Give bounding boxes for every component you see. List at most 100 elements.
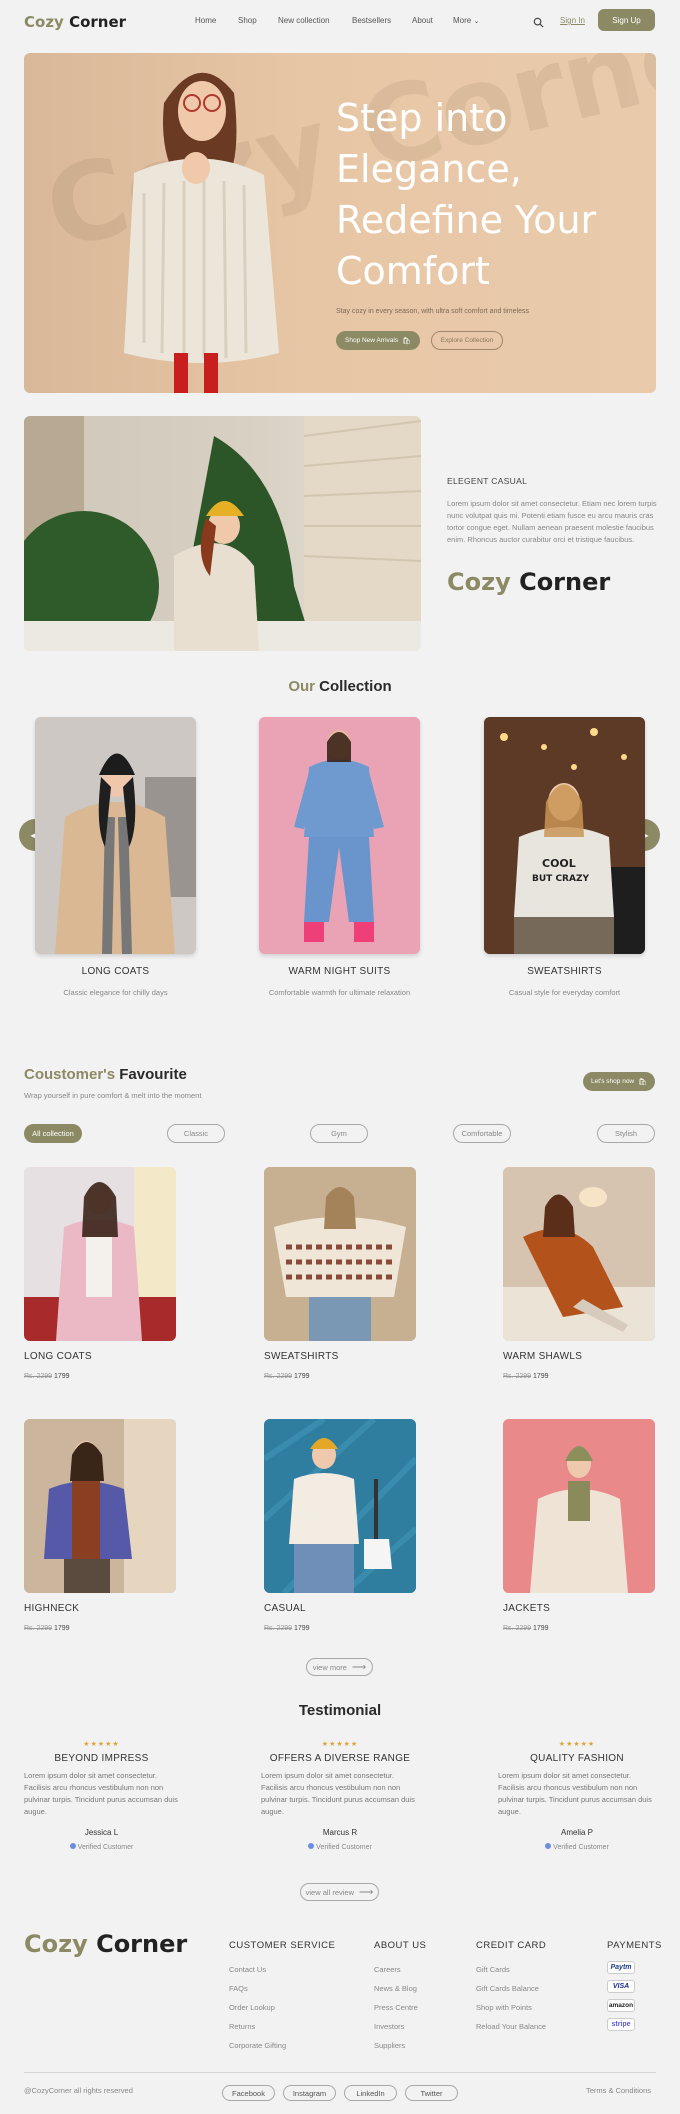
logo-first: Cozy <box>24 13 64 31</box>
arrow-right-icon: ⟶ <box>351 1661 367 1673</box>
footer-link[interactable]: Investors <box>374 2022 426 2031</box>
testimonial-card: ★★★★★ OFFERS A DIVERSE RANGE Lorem ipsum… <box>261 1740 419 1851</box>
testimonial-text: Lorem ipsum dolor sit amet consectetur. … <box>498 1771 652 1816</box>
product-casual-photo <box>264 1419 416 1593</box>
site-logo[interactable]: Cozy Corner <box>24 13 126 31</box>
product-long-coats-photo <box>24 1167 176 1341</box>
rating-stars: ★★★★★ <box>558 1741 596 1748</box>
filter-comfortable[interactable]: Comfortable <box>453 1124 511 1143</box>
nav-shop[interactable]: Shop <box>238 16 257 25</box>
product-jackets-photo <box>503 1419 655 1593</box>
product-price: Rs. 2299 1799 <box>24 1373 70 1380</box>
footer-link[interactable]: News & Blog <box>374 1984 426 1993</box>
product-price: Rs. 2299 1799 <box>503 1625 549 1632</box>
collection-card-image[interactable] <box>259 717 420 954</box>
sign-in-link[interactable]: Sign In <box>560 16 585 25</box>
product-image[interactable] <box>264 1167 416 1341</box>
logo-second: Corner <box>69 13 127 31</box>
nav-about[interactable]: About <box>412 16 433 25</box>
footer-link[interactable]: Careers <box>374 1965 426 1974</box>
nav-more[interactable]: More ⌄ <box>453 16 479 25</box>
product-image[interactable] <box>264 1419 416 1593</box>
about-text: Lorem ipsum dolor sit amet consectetur. … <box>447 499 657 544</box>
product-image[interactable] <box>503 1167 655 1341</box>
product-title: SWEATSHIRTS <box>264 1351 339 1362</box>
current-price: 1799 <box>293 1373 310 1380</box>
collection-card-subtitle: Comfortable warmth for ultimate relaxati… <box>268 988 411 997</box>
paytm-logo: Paytm <box>607 1961 635 1974</box>
product-title: LONG COATS <box>24 1351 92 1362</box>
stripe-logo: stripe <box>607 2018 635 2031</box>
rating-stars: ★★★★★ <box>321 1741 359 1748</box>
amazon-logo: amazon <box>607 1999 635 2012</box>
testimonial-name: Jessica L <box>84 1828 119 1837</box>
hero-subtitle: Stay cozy in every season, with ultra so… <box>336 308 529 315</box>
footer-link[interactable]: Contact Us <box>229 1965 335 1974</box>
verified-badge: Verified Customer <box>24 1843 179 1851</box>
linkedin-link[interactable]: LinkedIn <box>344 2085 397 2101</box>
arrow-right-icon: ⟶ <box>359 1886 374 1898</box>
nav-home[interactable]: Home <box>195 16 216 25</box>
collection-card-image[interactable]: COOL BUT CRAZY <box>484 717 645 954</box>
verified-badge: Verified Customer <box>498 1843 656 1851</box>
filter-all-collection[interactable]: All collection <box>24 1124 82 1143</box>
product-image[interactable] <box>24 1167 176 1341</box>
footer-link[interactable]: Corporate Gifting <box>229 2041 335 2050</box>
footer-link[interactable]: Gift Cards <box>476 1965 546 1974</box>
collection-card-title: SWEATSHIRTS <box>527 966 602 977</box>
product-price: Rs. 2299 1799 <box>264 1625 310 1632</box>
footer-link[interactable]: Reload Your Balance <box>476 2022 546 2031</box>
filter-gym[interactable]: Gym <box>310 1124 368 1143</box>
footer-column-credit-card: CREDIT CARD Gift Cards Gift Cards Balanc… <box>476 1940 546 2031</box>
explore-collection-button[interactable]: Explore Collection <box>431 331 503 350</box>
hero-title: Step into Elegance, Redefine Your Comfor… <box>336 96 597 293</box>
filter-classic[interactable]: Classic <box>167 1124 225 1143</box>
favourite-subtitle: Wrap yourself in pure comfort & melt int… <box>24 1091 202 1100</box>
view-more-label: view more <box>312 1662 347 1672</box>
search-icon[interactable] <box>533 15 545 28</box>
instagram-link[interactable]: Instagram <box>283 2085 336 2101</box>
filter-stylish[interactable]: Stylish <box>597 1124 655 1143</box>
footer-link[interactable]: FAQs <box>229 1984 335 1993</box>
footer-column-heading: PAYMENTS <box>607 1940 662 1951</box>
testimonial-card: ★★★★★ BEYOND IMPRESS Lorem ipsum dolor s… <box>24 1740 179 1851</box>
testimonial-card: ★★★★★ QUALITY FASHION Lorem ipsum dolor … <box>498 1740 656 1851</box>
testimonial-name: Amelia P <box>560 1828 593 1837</box>
about-brand: Cozy Corner <box>447 568 610 596</box>
nav-bestsellers[interactable]: Bestsellers <box>352 16 391 25</box>
shop-new-arrivals-button[interactable]: Shop New Arrivals 🛍︎ <box>336 331 420 350</box>
product-warm-shawls-photo <box>503 1167 655 1341</box>
product-image[interactable] <box>503 1419 655 1593</box>
bag-icon: 🛍︎ <box>402 337 411 345</box>
testimonial-title: BEYOND IMPRESS <box>54 1753 149 1764</box>
sign-up-button[interactable]: Sign Up <box>598 9 655 31</box>
twitter-link[interactable]: Twitter <box>405 2085 458 2101</box>
current-price: 1799 <box>532 1625 549 1632</box>
current-price: 1799 <box>53 1373 70 1380</box>
verified-label: Verified Customer <box>553 1844 609 1851</box>
footer-link[interactable]: Suppliers <box>374 2041 426 2050</box>
footer-logo[interactable]: Cozy Corner <box>24 1930 187 1958</box>
view-more-button[interactable]: view more ⟶ <box>306 1658 373 1676</box>
facebook-link[interactable]: Facebook <box>222 2085 275 2101</box>
collection-card-image[interactable] <box>35 717 196 954</box>
footer-link[interactable]: Press Centre <box>374 2003 426 2012</box>
favourite-heading-second: Favourite <box>119 1066 187 1083</box>
product-image[interactable] <box>24 1419 176 1593</box>
footer-link[interactable]: Gift Cards Balance <box>476 1984 546 1993</box>
testimonial-heading: Testimonial <box>298 1702 382 1719</box>
old-price: Rs. 2299 <box>503 1625 532 1632</box>
testimonial-text: Lorem ipsum dolor sit amet consectetur. … <box>261 1771 415 1816</box>
footer-column-customer-service: CUSTOMER SERVICE Contact Us FAQs Order L… <box>229 1940 335 2050</box>
footer-link[interactable]: Order Lookup <box>229 2003 335 2012</box>
nav-new-collection[interactable]: New collection <box>278 16 330 25</box>
about-brand-second: Corner <box>519 568 611 596</box>
lets-shop-now-button[interactable]: Let's shop now 🛍︎ <box>583 1072 655 1091</box>
collection-card-title: WARM NIGHT SUITS <box>288 966 391 977</box>
current-price: 1799 <box>293 1625 310 1632</box>
footer-column-about-us: ABOUT US Careers News & Blog Press Centr… <box>374 1940 426 2050</box>
footer-link[interactable]: Returns <box>229 2022 335 2031</box>
footer-link[interactable]: Shop with Points <box>476 2003 546 2012</box>
view-all-review-button[interactable]: view all review ⟶ <box>300 1883 379 1901</box>
terms-link[interactable]: Terms & Conditions <box>586 2086 651 2095</box>
